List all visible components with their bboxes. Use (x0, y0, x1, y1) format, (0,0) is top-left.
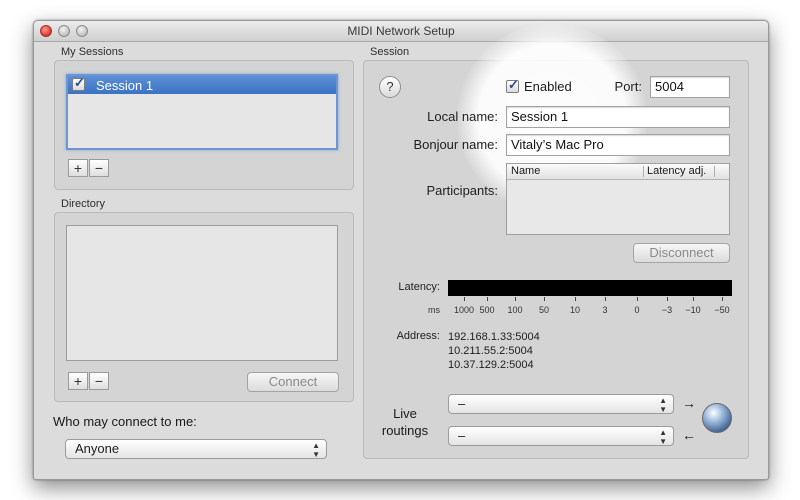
live-routings-label: Live routings (377, 405, 433, 439)
checkmark-icon: ✓ (74, 75, 85, 90)
remove-directory-button[interactable]: − (89, 372, 109, 390)
latency-tick (722, 297, 723, 301)
enabled-checkbox[interactable]: ✓ (506, 77, 519, 93)
address-label: Address: (396, 330, 440, 342)
updown-arrows-icon: ▲ ▼ (659, 428, 667, 446)
latency-meter (448, 280, 732, 296)
port-field[interactable]: 5004 (650, 76, 730, 98)
window-title: MIDI Network Setup (347, 24, 455, 38)
connect-button[interactable]: Connect (247, 372, 339, 392)
directory-list[interactable] (66, 225, 338, 361)
network-globe-icon (702, 403, 732, 433)
my-sessions-group: ✓ Session 1 + − (54, 60, 354, 190)
latency-tick (667, 297, 668, 301)
updown-arrows-icon: ▲ ▼ (659, 396, 667, 414)
address-line-1: 192.168.1.33:5004 (448, 331, 540, 343)
live-routings-label-line2: routings (381, 423, 429, 438)
who-may-connect-value: Anyone (75, 441, 120, 456)
updown-arrows-icon: ▲ ▼ (312, 441, 320, 459)
latency-label: Latency: (398, 281, 440, 293)
help-button[interactable]: ? (379, 76, 401, 98)
latency-tick (575, 297, 576, 301)
routing-in-popup[interactable]: – ▲ ▼ (448, 426, 674, 446)
latency-tick-label: −10 (685, 305, 701, 315)
routing-out-popup[interactable]: – ▲ ▼ (448, 394, 674, 414)
latency-tick-label: 100 (507, 305, 523, 315)
routing-in-value: – (458, 428, 466, 443)
disconnect-button[interactable]: Disconnect (633, 243, 730, 263)
latency-unit: ms (428, 305, 440, 315)
enabled-label: Enabled (524, 79, 572, 94)
latency-tick (605, 297, 606, 301)
midi-network-setup-window: MIDI Network Setup My Sessions ✓ Session… (33, 20, 769, 480)
latency-tick-label: 500 (479, 305, 495, 315)
latency-tick (693, 297, 694, 301)
directory-group: + − Connect (54, 212, 354, 402)
latency-tick-label: 10 (569, 305, 580, 315)
bonjour-name-label: Bonjour name: (413, 137, 498, 152)
local-name-label: Local name: (427, 109, 498, 124)
session-enabled-checkbox[interactable]: ✓ (72, 75, 85, 91)
latency-tick-label: −50 (714, 305, 730, 315)
address-line-2: 10.211.55.2:5004 (448, 345, 533, 357)
latency-tick-label: −3 (661, 305, 673, 315)
latency-tick (487, 297, 488, 301)
arrow-left-icon: ← (682, 427, 696, 443)
add-directory-button[interactable]: + (68, 372, 88, 390)
title-bar: MIDI Network Setup (34, 21, 768, 42)
my-sessions-label: My Sessions (61, 46, 124, 58)
local-name-field[interactable]: Session 1 (506, 106, 730, 128)
latency-tick (464, 297, 465, 301)
participants-label: Participants: (426, 183, 498, 198)
my-sessions-list[interactable]: ✓ Session 1 (66, 74, 338, 150)
latency-tick (544, 297, 545, 301)
port-label: Port: (614, 79, 642, 94)
column-divider (714, 166, 715, 177)
session-label: Session (370, 46, 410, 58)
remove-session-button[interactable]: − (89, 159, 109, 177)
latency-tick-label: 0 (634, 305, 640, 315)
live-routings-label-line1: Live (393, 406, 417, 421)
who-may-connect-label: Who may connect to me: (53, 414, 197, 429)
add-session-button[interactable]: + (68, 159, 88, 177)
session-name: Session 1 (96, 78, 154, 93)
participants-table[interactable]: Name Latency adj. (506, 163, 730, 235)
latency-tick (515, 297, 516, 301)
latency-tick-label: 3 (602, 305, 608, 315)
latency-tick-label: 50 (538, 305, 549, 315)
routing-out-value: – (458, 396, 466, 411)
column-header-name[interactable]: Name (511, 164, 540, 179)
bonjour-name-field[interactable]: Vitaly’s Mac Pro (506, 134, 730, 156)
participants-table-header: Name Latency adj. (507, 164, 729, 180)
checkmark-icon: ✓ (508, 77, 519, 92)
latency-tick (637, 297, 638, 301)
column-divider (643, 166, 644, 177)
directory-label: Directory (61, 198, 106, 210)
who-may-connect-popup[interactable]: Anyone ▲ ▼ (65, 439, 327, 459)
column-header-latency-adj[interactable]: Latency adj. (647, 164, 706, 179)
list-item[interactable]: ✓ Session 1 (68, 75, 336, 94)
arrow-right-icon: → (682, 395, 696, 411)
address-line-3: 10.37.129.2:5004 (448, 359, 534, 371)
